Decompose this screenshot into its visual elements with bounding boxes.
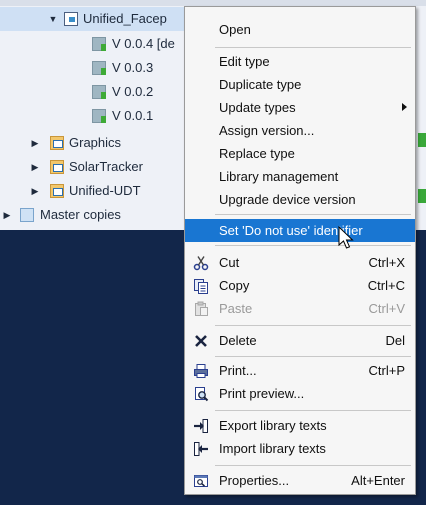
folder-icon [50, 160, 64, 174]
menu-item-print[interactable]: Print... Ctrl+P [185, 359, 415, 382]
menu-item-copy[interactable]: Copy Ctrl+C [185, 274, 415, 297]
menu-separator [215, 47, 411, 48]
menu-item-set-do-not-use[interactable]: Set 'Do not use' identifier [185, 219, 415, 242]
printer-icon [194, 364, 208, 378]
menu-separator [215, 214, 411, 215]
status-marker [418, 133, 426, 147]
menu-item-upgrade-device-version[interactable]: Upgrade device version [185, 188, 415, 211]
menu-item-replace-type[interactable]: Replace type [185, 142, 415, 165]
expand-right-icon[interactable]: ▶ [2, 203, 12, 227]
paste-icon [195, 301, 208, 316]
menu-separator [215, 325, 411, 326]
context-menu: Open Edit type Duplicate type Update typ… [184, 6, 416, 495]
menu-item-paste[interactable]: Paste Ctrl+V [185, 297, 415, 320]
tree-item-label: Unified_Facep [83, 11, 167, 26]
print-preview-icon [195, 387, 209, 402]
master-copies-icon [20, 208, 34, 222]
screen: ▼ Unified_Facep V 0.0.4 [de V 0.0.3 V 0.… [0, 0, 426, 505]
version-icon [92, 85, 106, 99]
menu-item-library-management[interactable]: Library management [185, 165, 415, 188]
menu-separator [215, 465, 411, 466]
tree-item-label: V 0.0.1 [112, 108, 154, 123]
menu-item-properties[interactable]: Properties... Alt+Enter [185, 469, 415, 492]
menu-item-update-types[interactable]: Update types [185, 96, 415, 119]
menu-item-import-library-texts[interactable]: Import library texts [185, 437, 415, 460]
import-arrow-icon [194, 442, 208, 456]
tree-item-label: V 0.0.3 [112, 60, 154, 75]
expand-down-icon[interactable]: ▼ [48, 7, 58, 31]
folder-icon [50, 184, 64, 198]
mouse-pointer-icon [338, 226, 354, 249]
tree-item-label: Unified-UDT [69, 183, 141, 198]
menu-separator [215, 410, 411, 411]
menu-item-export-library-texts[interactable]: Export library texts [185, 414, 415, 437]
expand-right-icon[interactable]: ▶ [30, 155, 40, 179]
menu-item-open[interactable]: Open [185, 18, 415, 41]
menu-separator [215, 245, 411, 246]
menu-item-cut[interactable]: Cut Ctrl+X [185, 251, 415, 274]
delete-x-icon [195, 335, 207, 347]
tree-item-label: SolarTracker [69, 159, 143, 174]
menu-item-assign-version[interactable]: Assign version... [185, 119, 415, 142]
properties-icon [194, 475, 208, 487]
submenu-arrow-icon [402, 103, 407, 111]
copy-icon [194, 279, 208, 294]
menu-item-delete[interactable]: Delete Del [185, 329, 415, 352]
menu-separator [215, 356, 411, 357]
expand-right-icon[interactable]: ▶ [30, 179, 40, 203]
menu-item-edit-type[interactable]: Edit type [185, 50, 415, 73]
version-icon [92, 61, 106, 75]
expand-right-icon[interactable]: ▶ [30, 131, 40, 155]
menu-item-print-preview[interactable]: Print preview... [185, 382, 415, 405]
tree-item-label: V 0.0.2 [112, 84, 154, 99]
faceplate-type-icon [64, 12, 78, 26]
tree-item-label: V 0.0.4 [de [112, 36, 175, 51]
export-arrow-icon [194, 419, 208, 433]
version-icon [92, 109, 106, 123]
folder-icon [50, 136, 64, 150]
status-marker [418, 189, 426, 203]
version-icon [92, 37, 106, 51]
menu-item-duplicate-type[interactable]: Duplicate type [185, 73, 415, 96]
scissors-icon [193, 256, 209, 271]
tree-item-label: Master copies [40, 207, 121, 222]
tree-item-label: Graphics [69, 135, 122, 150]
